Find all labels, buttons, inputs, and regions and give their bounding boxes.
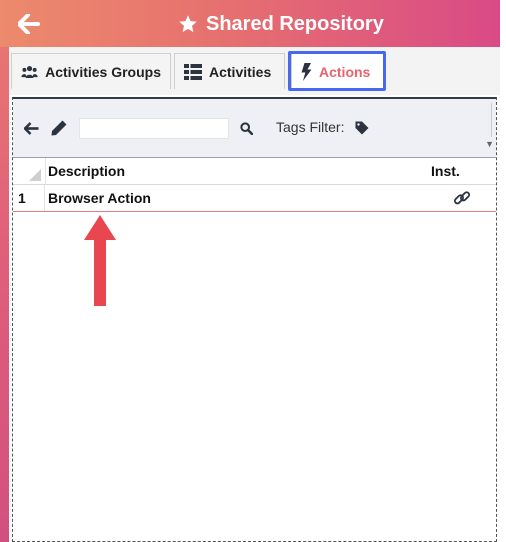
actions-grid: Tags Filter: ▼ Description Inst. 1 Brows… [12,97,497,542]
instance-link-button[interactable] [453,189,471,212]
tab-activities[interactable]: Activities [174,53,285,89]
search-button[interactable] [239,121,253,135]
toolbar-scrollbar[interactable] [491,103,492,137]
tags-filter-label: Tags Filter: [276,119,345,135]
app-header: Shared Repository [0,0,500,47]
select-all-triangle-icon [29,169,41,181]
search-icon [239,121,253,135]
scroll-down-icon[interactable]: ▼ [485,139,494,149]
back-button[interactable] [14,9,44,39]
users-icon [21,65,38,78]
star-icon [179,15,197,33]
tab-label: Activities [209,63,272,80]
toolbar-back-button[interactable] [22,120,40,136]
page-title: Shared Repository [206,12,384,35]
table-row[interactable]: 1 Browser Action [13,185,496,212]
tab-bar: Activities Groups Activities Actions [9,47,500,95]
row-number: 1 [13,185,45,211]
grid-corner-cell[interactable] [13,158,46,184]
list-icon [184,63,202,80]
grid-toolbar: Tags Filter: ▼ [13,99,496,158]
grid-header-row: Description Inst. [13,158,496,185]
tab-actions[interactable]: Actions [291,53,384,89]
arrow-left-icon [18,14,40,34]
tab-activities-groups[interactable]: Activities Groups [11,53,171,89]
edit-button[interactable] [49,118,69,138]
tags-filter-button[interactable] [354,120,370,136]
link-icon [453,191,471,205]
tab-label: Actions [319,63,371,80]
header-title-group: Shared Repository [178,10,384,38]
search-input[interactable] [79,118,229,139]
pencil-icon [51,120,67,136]
tab-label: Activities Groups [45,63,161,80]
column-header-description[interactable]: Description [48,163,125,179]
red-arrow-up-icon [84,215,116,306]
tag-icon [355,121,369,135]
row-description: Browser Action [48,190,151,206]
lightning-bolt-icon [301,62,312,81]
column-header-inst[interactable]: Inst. [431,163,460,179]
left-edge-strip [0,0,9,542]
arrow-left-icon [23,121,38,135]
